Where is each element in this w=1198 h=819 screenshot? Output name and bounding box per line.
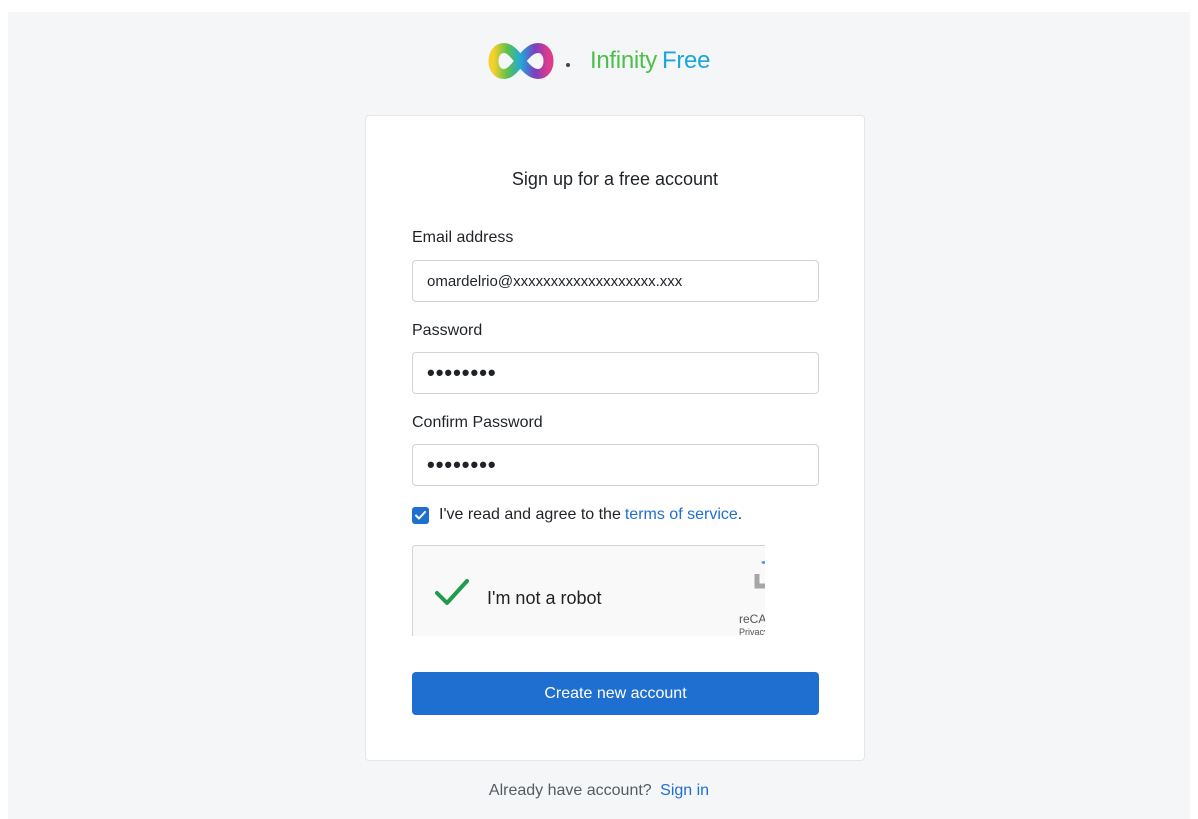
signin-prompt: Already have account? Sign in — [8, 782, 1190, 800]
recaptcha-widget: I'm not a robot reCAPTCHA Privacy - Term… — [412, 545, 765, 636]
logo-word-infinity: Infinity — [590, 47, 657, 74]
checkmark-icon — [415, 510, 426, 519]
terms-suffix: . — [737, 506, 743, 523]
logo[interactable]: Infinity Free — [484, 36, 710, 86]
logo-word-free: Free — [661, 47, 711, 74]
terms-of-service-link[interactable]: terms of service — [625, 506, 738, 524]
sign-in-link[interactable]: Sign in — [660, 782, 709, 799]
terms-text: I've read and agree to the — [439, 506, 621, 523]
confirm-password-field[interactable]: •••••••• — [412, 444, 819, 486]
recaptcha-logo-icon — [754, 561, 765, 589]
infinity-logo-icon — [488, 42, 570, 80]
page-background: Infinity Free Sign up for a free account … — [8, 12, 1190, 819]
recaptcha-brand: reCAPTCHA — [739, 612, 765, 626]
create-account-button[interactable]: Create new account — [412, 672, 819, 715]
email-field[interactable] — [412, 260, 819, 302]
confirm-password-label: Confirm Password — [412, 414, 543, 431]
recaptcha-privacy-terms[interactable]: Privacy - Terms — [739, 627, 765, 636]
form-title: Sign up for a free account — [511, 169, 719, 189]
signin-prompt-text: Already have account? — [488, 782, 652, 799]
recaptcha-label: I'm not a robot — [487, 588, 602, 608]
recaptcha-check-icon[interactable] — [435, 578, 469, 606]
terms-checkbox[interactable] — [412, 506, 429, 524]
password-label: Password — [412, 322, 483, 339]
password-field[interactable]: •••••••• — [412, 352, 819, 394]
terms-agreement: I've read and agree to the terms of serv… — [412, 506, 742, 524]
logo-text: Infinity Free — [590, 47, 710, 75]
signup-card: Sign up for a free account Email address… — [365, 115, 865, 761]
email-label: Email address — [412, 229, 514, 246]
